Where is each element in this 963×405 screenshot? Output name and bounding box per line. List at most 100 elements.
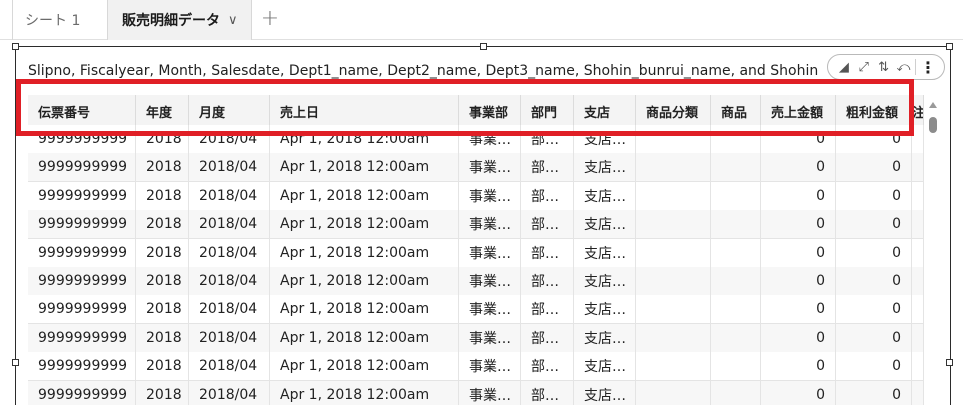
- table-cell: 部…: [521, 267, 574, 295]
- table-cell: [636, 210, 711, 239]
- table-cell: [912, 125, 924, 153]
- sort-icon[interactable]: ⇅: [876, 59, 892, 75]
- visual-toolbar: ◢ ⤢ ⇅ ⤺ ⋮: [827, 54, 945, 80]
- table-cell: 2018/04: [189, 125, 270, 153]
- column-header-overflow[interactable]: 注: [912, 95, 924, 128]
- table-row[interactable]: 9999999999 2018 2018/04 Apr 1, 2018 12:00am…: [28, 125, 924, 154]
- table-cell: [912, 323, 924, 352]
- table-cell: [636, 295, 711, 324]
- table-cell: 0: [836, 323, 912, 352]
- drill-icon[interactable]: ⤺: [895, 59, 911, 75]
- table-cell: [711, 210, 761, 239]
- table-cell: [711, 153, 761, 182]
- table-cell: [711, 380, 761, 405]
- sheet-tab-label: 販売明細データ: [122, 13, 220, 29]
- table-cell: 0: [761, 380, 836, 405]
- resize-handle-top[interactable]: [480, 43, 487, 50]
- table-row[interactable]: 9999999999 2018 2018/04 Apr 1, 2018 12:00am…: [28, 181, 924, 211]
- table-cell: Apr 1, 2018 12:00am: [270, 380, 459, 405]
- resize-handle-left[interactable]: [12, 359, 19, 366]
- column-header-dept2[interactable]: 部門: [521, 95, 574, 128]
- expand-icon[interactable]: ⤢: [856, 59, 872, 75]
- table-header-row: 伝票番号 年度 月度 売上日 事業部 部門 支店 商品分類 商品 売上金額 粗利…: [28, 95, 924, 129]
- visual-title[interactable]: Slipno, Fiscalyear, Month, Salesdate, De…: [28, 63, 840, 87]
- table-cell: 事業…: [459, 352, 521, 381]
- table-cell: 0: [836, 153, 912, 182]
- table-cell: 支店…: [574, 125, 636, 153]
- table-cell: 2018: [136, 238, 189, 267]
- chevron-down-icon[interactable]: ∨: [228, 13, 238, 28]
- table-row[interactable]: 9999999999 2018 2018/04 Apr 1, 2018 12:00am…: [28, 238, 924, 268]
- scroll-up-icon[interactable]: [929, 102, 937, 108]
- column-header-slipno[interactable]: 伝票番号: [28, 95, 136, 128]
- table-cell: Apr 1, 2018 12:00am: [270, 323, 459, 352]
- table-cell: 2018: [136, 295, 189, 324]
- table-cell: 事業…: [459, 181, 521, 210]
- table-cell: [912, 295, 924, 324]
- table-row[interactable]: 9999999999 2018 2018/04 Apr 1, 2018 12:00am…: [28, 323, 924, 353]
- sheet-tab-bar: シート 1 販売明細データ ∨ +: [0, 0, 963, 40]
- table-cell: 支店…: [574, 352, 636, 381]
- table-row[interactable]: 9999999999 2018 2018/04 Apr 1, 2018 12:00am…: [28, 153, 924, 183]
- table-cell: 事業…: [459, 380, 521, 405]
- table-cell: [636, 153, 711, 182]
- table-cell: [711, 267, 761, 295]
- table-cell: 0: [836, 210, 912, 239]
- table-cell: 2018/04: [189, 323, 270, 352]
- table-cell: Apr 1, 2018 12:00am: [270, 153, 459, 182]
- table-cell: 支店…: [574, 380, 636, 405]
- table-cell: 0: [836, 238, 912, 267]
- table-cell: 9999999999: [28, 125, 136, 153]
- table-row[interactable]: 9999999999 2018 2018/04 Apr 1, 2018 12:00am…: [28, 295, 924, 325]
- column-header-fiscalyear[interactable]: 年度: [136, 95, 189, 128]
- scroll-thumb[interactable]: [929, 117, 937, 133]
- table-cell: 2018/04: [189, 210, 270, 239]
- table-cell: Apr 1, 2018 12:00am: [270, 181, 459, 210]
- resize-handle-top-right[interactable]: [946, 43, 953, 50]
- table-cell: 部…: [521, 352, 574, 381]
- column-header-product-category[interactable]: 商品分類: [636, 95, 711, 128]
- table-cell: [711, 238, 761, 267]
- table-cell: 0: [836, 380, 912, 405]
- column-header-dept1[interactable]: 事業部: [459, 95, 521, 128]
- column-header-gross-profit[interactable]: 粗利金額: [836, 95, 912, 128]
- table-cell: 9999999999: [28, 380, 136, 405]
- column-header-salesdate[interactable]: 売上日: [270, 95, 459, 128]
- resize-handle-top-left[interactable]: [12, 43, 19, 50]
- column-header-product[interactable]: 商品: [711, 95, 761, 128]
- sheet-tab-1[interactable]: シート 1: [12, 0, 106, 40]
- vertical-scrollbar[interactable]: [926, 97, 940, 405]
- resize-handle-right[interactable]: [946, 359, 953, 366]
- table-row[interactable]: 9999999999 2018 2018/04 Apr 1, 2018 12:00am…: [28, 352, 924, 382]
- table-cell: 部…: [521, 153, 574, 182]
- table-cell: 部…: [521, 238, 574, 267]
- table-cell: 支店…: [574, 295, 636, 324]
- table-cell: 9999999999: [28, 295, 136, 324]
- visual-type-icon[interactable]: ◢: [836, 59, 852, 75]
- table-cell: 9999999999: [28, 352, 136, 381]
- table-cell: 0: [761, 153, 836, 182]
- table-cell: 2018: [136, 380, 189, 405]
- column-header-month[interactable]: 月度: [189, 95, 270, 128]
- table-cell: [636, 323, 711, 352]
- table-row[interactable]: 9999999999 2018 2018/04 Apr 1, 2018 12:00am…: [28, 267, 924, 296]
- table-cell: [912, 352, 924, 381]
- table-cell: Apr 1, 2018 12:00am: [270, 210, 459, 239]
- table-cell: 支店…: [574, 238, 636, 267]
- table-visual[interactable]: Slipno, Fiscalyear, Month, Salesdate, De…: [12, 43, 953, 405]
- column-header-sales-amount[interactable]: 売上金額: [761, 95, 836, 128]
- table-cell: 9999999999: [28, 210, 136, 239]
- table-row[interactable]: 9999999999 2018 2018/04 Apr 1, 2018 12:00am…: [28, 210, 924, 240]
- more-options-icon[interactable]: ⋮: [920, 58, 936, 77]
- table-cell: 2018/04: [189, 181, 270, 210]
- table-cell: [912, 380, 924, 405]
- column-header-dept3[interactable]: 支店: [574, 95, 636, 128]
- table-cell: 事業…: [459, 323, 521, 352]
- table-cell: 事業…: [459, 125, 521, 153]
- table-row[interactable]: 9999999999 2018 2018/04 Apr 1, 2018 12:00am…: [28, 380, 924, 405]
- add-sheet-button[interactable]: +: [258, 5, 282, 33]
- sheet-tab-sales-detail[interactable]: 販売明細データ ∨: [107, 0, 252, 40]
- table-cell: 事業…: [459, 238, 521, 267]
- table-cell: 支店…: [574, 210, 636, 239]
- table-cell: [636, 238, 711, 267]
